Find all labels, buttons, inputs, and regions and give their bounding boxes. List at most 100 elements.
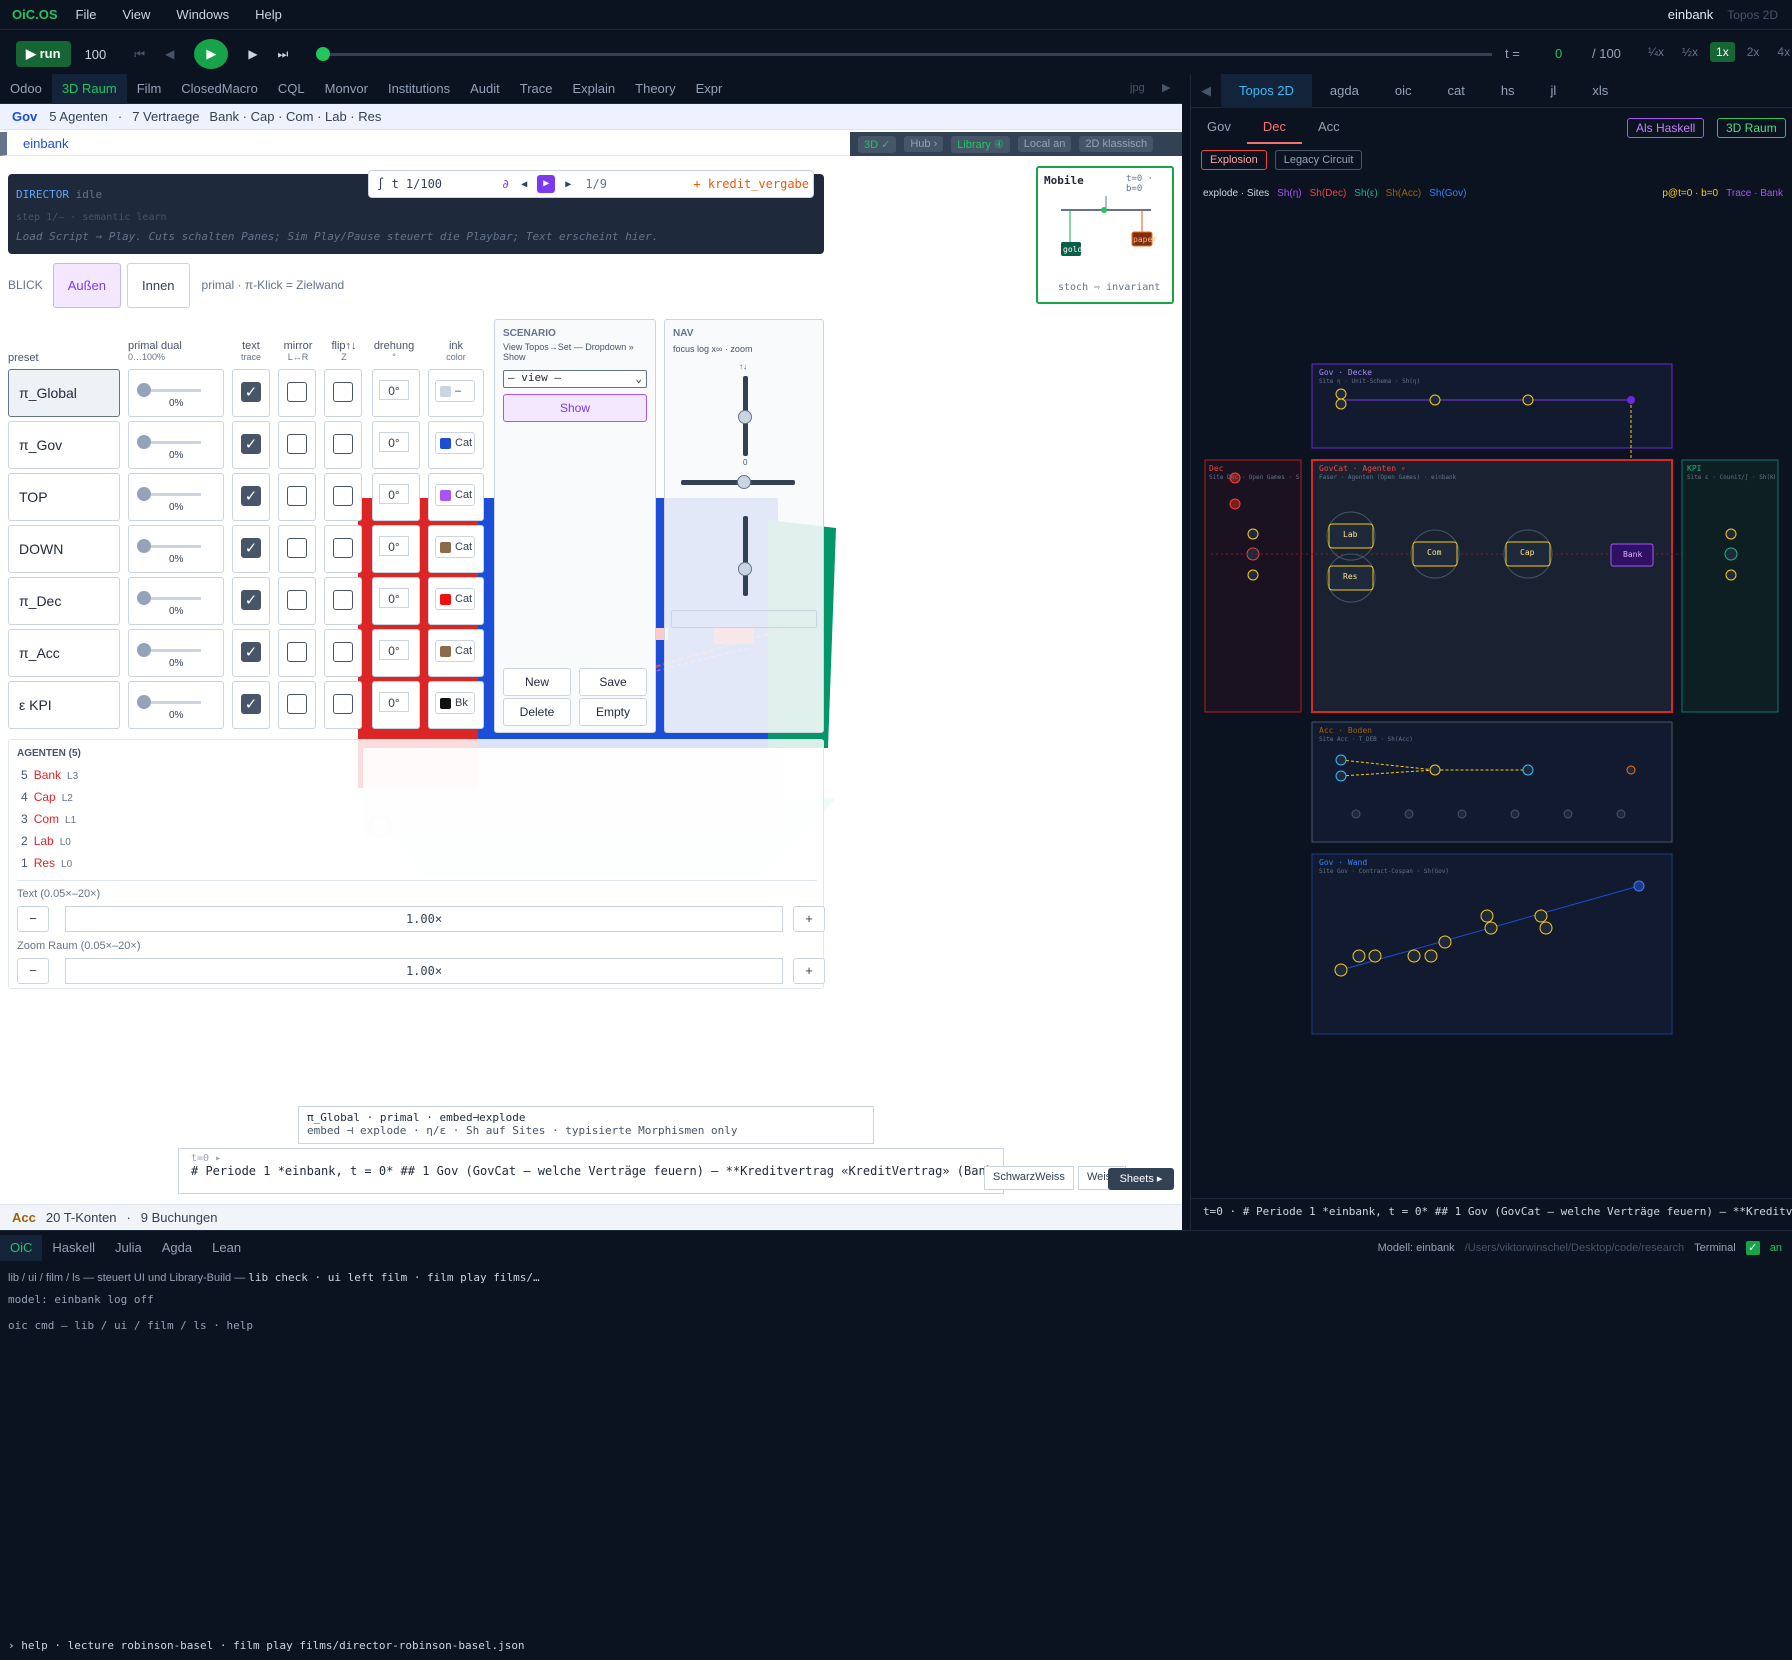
rotation-input[interactable]: 0° [379,692,409,712]
rotation-input[interactable]: 0° [379,380,409,400]
slider-track[interactable] [137,591,201,605]
zoom-value[interactable]: 1.00× [65,958,783,984]
flip-checkbox[interactable] [333,382,353,402]
slider-track[interactable] [137,539,201,553]
slider-track[interactable] [137,643,201,657]
view-inner-button[interactable]: Innen [127,262,190,308]
zoom-plus-button[interactable]: + [793,958,825,984]
tab-expr[interactable]: Expr [686,74,733,104]
mirror-checkbox[interactable] [287,694,307,714]
tab-oic[interactable]: oic [1377,74,1430,108]
terminal-toggle-checkbox[interactable]: ✓ [1745,1241,1760,1255]
tab-theory[interactable]: Theory [625,74,685,104]
text-trace-checkbox[interactable]: ✓ [241,434,261,454]
mirror-checkbox[interactable] [287,382,307,402]
ink-color-button[interactable]: Cat [435,588,475,610]
subtab-dec[interactable]: Dec [1246,110,1302,144]
ink-color-button[interactable]: – [435,380,475,402]
speed-1x[interactable]: 1x [1710,42,1735,62]
nav-focus-input[interactable] [671,610,817,628]
zoom-minus-button[interactable]: − [17,958,49,984]
timeline-knob[interactable] [316,47,330,61]
scenario-save-button[interactable]: Save [579,668,647,696]
text-trace-checkbox[interactable]: ✓ [241,486,261,506]
preset-0[interactable]: π_Global [8,369,120,417]
slider-track[interactable] [137,435,201,449]
run-button[interactable]: ▶ run [16,41,71,67]
term-tab-agda[interactable]: Agda [152,1235,202,1261]
view-outer-button[interactable]: Außen [52,262,121,308]
primal-dual-slider[interactable]: 0% [128,421,224,469]
slider-track[interactable] [137,487,201,501]
skip-end-icon[interactable]: ⏭ [278,47,289,62]
toggle-3d[interactable]: 3D ✓ [858,135,897,153]
collapse-arrow-icon[interactable]: ◀ [1191,74,1221,108]
explosion-button[interactable]: Explosion [1201,150,1267,170]
node-bank-label[interactable]: Bank [1623,550,1642,559]
player-play-icon[interactable]: ▶ [537,175,556,193]
term-tab-julia[interactable]: Julia [105,1235,152,1261]
toggle-hub[interactable]: Hub › [904,136,944,152]
agent-row[interactable]: 5 Bank L3 [21,768,78,782]
mirror-checkbox[interactable] [287,538,307,558]
scenario-delete-button[interactable]: Delete [503,698,571,726]
node-lab-label[interactable]: Lab [1343,530,1357,539]
nav-yaw-knob[interactable] [737,475,751,489]
jpg-export[interactable]: jpg [1130,82,1145,94]
agent-row[interactable]: 1 Res L0 [21,856,72,870]
3d-raum-button[interactable]: 3D Raum [1717,118,1786,138]
term-tab-haskell[interactable]: Haskell [42,1235,105,1261]
flip-checkbox[interactable] [333,434,353,454]
mirror-checkbox[interactable] [287,486,307,506]
player-partial[interactable]: ∂ [502,177,509,191]
tabs-next-icon[interactable]: ▶ [1162,81,1170,94]
node-res-label[interactable]: Res [1343,572,1357,581]
preset-1[interactable]: π_Gov [8,421,120,469]
preset-3[interactable]: DOWN [8,525,120,573]
tab-jl[interactable]: jl [1533,74,1575,108]
speed-quarter[interactable]: ¼x [1642,42,1670,62]
flip-checkbox[interactable] [333,642,353,662]
node-cap-label[interactable]: Cap [1520,548,1534,557]
skip-start-icon[interactable]: ⏮ [134,47,145,62]
tab-film[interactable]: Film [127,74,172,104]
run-count[interactable]: 100 [85,47,107,62]
menu-file[interactable]: File [76,7,97,22]
slider-track[interactable] [137,383,201,397]
text-scale-minus-button[interactable]: − [17,906,49,932]
primal-dual-slider[interactable]: 0% [128,369,224,417]
flip-checkbox[interactable] [333,590,353,610]
tab-cat[interactable]: cat [1429,74,1482,108]
speed-half[interactable]: ½x [1676,42,1704,62]
menu-view[interactable]: View [122,7,150,22]
tab-monvor[interactable]: Monvor [315,74,378,104]
tab-institutions[interactable]: Institutions [378,74,460,104]
nav-zoom-slider[interactable] [743,516,748,596]
subtab-gov[interactable]: Gov [1191,110,1247,144]
text-scale-plus-button[interactable]: + [793,906,825,932]
agent-row[interactable]: 4 Cap L2 [21,790,73,804]
preset-6[interactable]: ε KPI [8,681,120,729]
term-tab-oic[interactable]: OiC [0,1235,43,1261]
ink-color-button[interactable]: Cat [435,484,475,506]
agent-row[interactable]: 3 Com L1 [21,812,76,826]
tab-agda[interactable]: agda [1312,74,1377,108]
theme-bw-button[interactable]: SchwarzWeiss [984,1166,1074,1190]
player-prev-icon[interactable]: ◀ [521,179,527,190]
gov-label[interactable]: Gov [12,109,37,124]
legend-trace[interactable]: Trace · Bank [1726,188,1783,199]
rotation-input[interactable]: 0° [379,432,409,452]
topos-canvas[interactable]: Gov · Decke Site η · Unit-Schema · Sh(η)… [1191,204,1792,1164]
preset-2[interactable]: TOP [8,473,120,521]
ink-color-button[interactable]: Cat [435,536,475,558]
acc-label[interactable]: Acc [12,1210,36,1225]
primal-dual-slider[interactable]: 0% [128,577,224,625]
text-trace-checkbox[interactable]: ✓ [241,382,261,402]
preset-5[interactable]: π_Acc [8,629,120,677]
tab-closedmacro[interactable]: ClosedMacro [171,74,268,104]
text-trace-checkbox[interactable]: ✓ [241,538,261,558]
script-text-bar[interactable]: t=0 ▸ # Periode 1 *einbank, t = 0* ## 1 … [178,1148,1004,1194]
tab-odoo[interactable]: Odoo [0,74,52,104]
as-haskell-button[interactable]: Als Haskell [1627,118,1705,138]
menu-windows[interactable]: Windows [176,7,229,22]
